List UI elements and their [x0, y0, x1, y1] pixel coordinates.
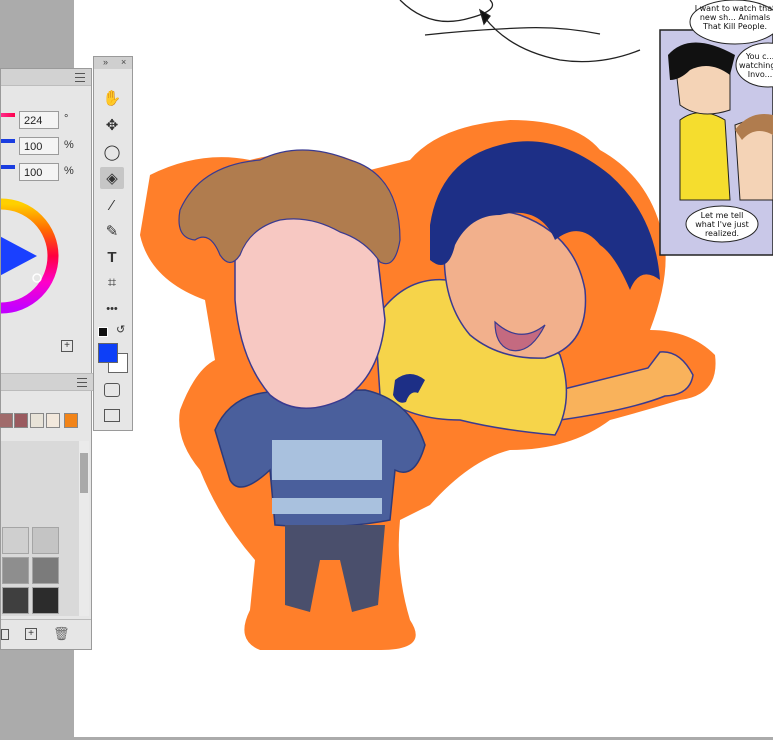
swatch-5[interactable] — [64, 413, 78, 428]
hue-slider[interactable] — [1, 113, 15, 117]
swap-colors-icon[interactable]: ↺ — [116, 323, 125, 336]
speech-bubble-1-text: I want to watch that new sh... Animals T… — [694, 4, 773, 31]
gray-swatch-2[interactable] — [32, 527, 59, 554]
gray-swatch-1[interactable] — [2, 527, 29, 554]
gray-swatch-3[interactable] — [2, 557, 29, 584]
color-wheel[interactable] — [1, 191, 61, 321]
brightness-unit: % — [64, 165, 74, 177]
more-tools-icon[interactable]: ••• — [100, 298, 124, 320]
swatches-menu-icon[interactable] — [77, 378, 87, 387]
gray-swatch-5[interactable] — [2, 587, 29, 614]
gray-swatch-6[interactable] — [32, 587, 59, 614]
trash-icon[interactable]: 🗑 — [53, 626, 70, 642]
drawing-canvas[interactable]: I want to watch that new sh... Animals T… — [74, 0, 773, 737]
brush-tool-icon[interactable]: ✎ — [100, 220, 124, 242]
panel-footer: + 🗑 — [1, 619, 91, 650]
saturation-slider[interactable] — [1, 139, 15, 143]
panel-divider — [1, 373, 93, 391]
add-swatch-icon[interactable]: + — [61, 340, 73, 352]
hue-unit: ° — [64, 113, 69, 125]
saturation-input[interactable]: 100 — [19, 137, 59, 155]
quick-mask-icon[interactable] — [104, 383, 120, 397]
tools-panel-header: » × — [94, 57, 132, 69]
saturation-unit: % — [64, 139, 74, 151]
speech-bubble-3-text: Let me tell what I've just realized. — [695, 211, 749, 238]
color-panel-header — [1, 69, 91, 86]
color-panel: 224 ° 100 % 100 % + + 🗑 — [0, 68, 93, 650]
text-tool-icon[interactable]: T — [100, 246, 124, 268]
hand-tool-icon[interactable]: ✋ — [100, 87, 124, 109]
swatch-1[interactable] — [0, 413, 13, 428]
sweater-stripe — [272, 440, 382, 480]
foreground-color-swatch[interactable] — [98, 343, 118, 363]
lasso-tool-icon[interactable]: ◯ — [100, 141, 124, 163]
sweater-stripe-2 — [272, 498, 382, 514]
speech-bubble-2-text: You c... watching... Invo... — [739, 52, 773, 79]
hue-input[interactable]: 224 — [19, 111, 59, 129]
scrollbar[interactable] — [79, 441, 89, 616]
brightness-input[interactable]: 100 — [19, 163, 59, 181]
new-swatch-icon[interactable]: + — [25, 628, 37, 640]
workspace: I want to watch that new sh... Animals T… — [0, 0, 773, 740]
tools-panel: » × ✋ ✥ ◯ ◈ ⁄ ✎ T ⌗ ••• ↺ — [93, 56, 133, 431]
fill-tool-icon[interactable]: ◈ — [100, 167, 124, 189]
folder-icon[interactable] — [1, 629, 9, 640]
gray-swatch-4[interactable] — [32, 557, 59, 584]
collapse-icon[interactable]: » — [103, 57, 108, 67]
swatch-4[interactable] — [46, 413, 60, 428]
swatch-2[interactable] — [14, 413, 28, 428]
move-tool-icon[interactable]: ✥ — [100, 114, 124, 136]
panel-menu-icon[interactable] — [75, 73, 85, 82]
swatch-3[interactable] — [30, 413, 44, 428]
artwork — [140, 0, 773, 650]
default-colors-icon[interactable] — [98, 327, 108, 337]
brightness-slider[interactable] — [1, 165, 15, 169]
screen-mode-icon[interactable] — [104, 409, 120, 422]
comic-character-1 — [679, 112, 731, 201]
crop-tool-icon[interactable]: ⌗ — [100, 271, 124, 293]
sketch-lines — [399, 0, 641, 63]
eyedropper-tool-icon[interactable]: ⁄ — [100, 194, 124, 216]
scrollbar-thumb[interactable] — [80, 453, 88, 493]
close-icon[interactable]: × — [121, 57, 126, 67]
